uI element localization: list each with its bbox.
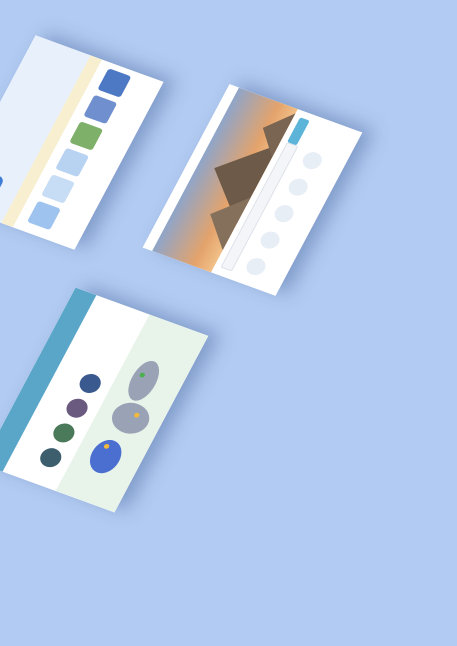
continent-europe-africa (111, 402, 150, 434)
quick-link-1[interactable] (243, 255, 269, 278)
mockup-card-kids (0, 35, 164, 250)
continent-asia (128, 360, 160, 401)
continent-americas (89, 439, 122, 474)
quick-link-5[interactable] (299, 149, 326, 172)
product-thumb-3[interactable] (55, 147, 90, 178)
destination-thumb-2[interactable] (49, 420, 79, 446)
product-thumb-5[interactable] (83, 94, 118, 125)
mockup-card-travel (142, 84, 363, 296)
destination-thumb-3[interactable] (62, 395, 92, 421)
destination-thumb-1[interactable] (36, 445, 65, 470)
product-thumb-4[interactable] (69, 121, 104, 151)
quick-link-2[interactable] (257, 229, 283, 252)
quick-link-3[interactable] (271, 202, 297, 225)
product-thumb-1[interactable] (26, 200, 61, 231)
mockup-card-map (0, 287, 209, 513)
quick-link-4[interactable] (285, 176, 311, 199)
destination-thumb-4[interactable] (76, 371, 105, 396)
product-thumb-6[interactable] (97, 68, 132, 98)
world-map (89, 360, 160, 474)
product-thumb-2[interactable] (41, 174, 76, 204)
